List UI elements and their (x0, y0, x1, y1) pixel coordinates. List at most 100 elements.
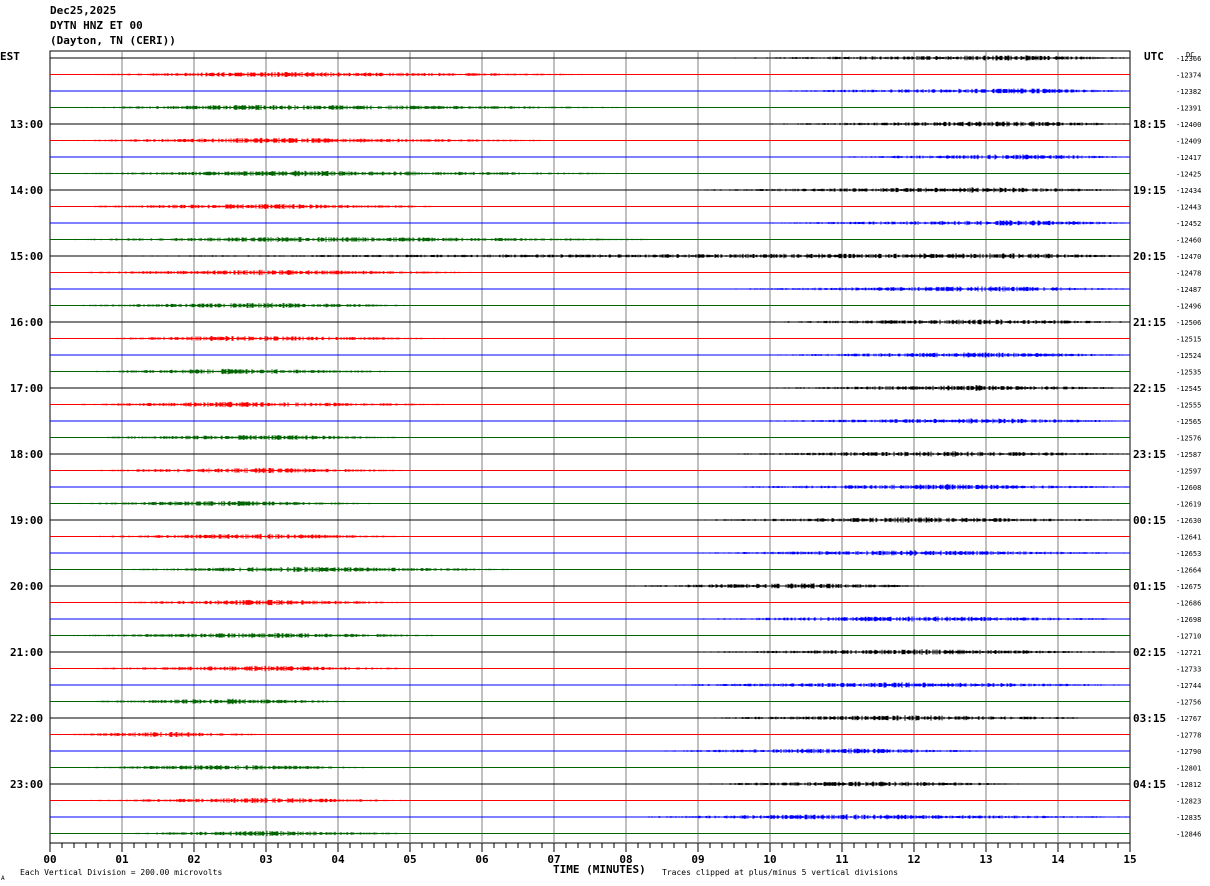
trace-noise (699, 649, 1131, 655)
dc-offset-label: -12478 (1176, 270, 1201, 278)
dc-offset-label: -12374 (1176, 72, 1201, 80)
trace-noise (661, 682, 1131, 688)
x-axis-label: TIME (MINUTES) (553, 863, 646, 876)
utc-hour-label: 00:15 (1133, 514, 1166, 527)
dc-offset-label: -12409 (1176, 138, 1201, 146)
x-tick-label: 13 (979, 853, 992, 866)
dc-offset-label: -12434 (1176, 187, 1201, 195)
trace-noise (72, 632, 447, 639)
dc-offset-label: -12733 (1176, 666, 1201, 674)
dc-offset-label: -12470 (1176, 253, 1201, 261)
dc-offset-label: -12587 (1176, 451, 1201, 459)
trace-noise (121, 566, 517, 573)
est-hour-label: 13:00 (10, 118, 43, 131)
trace-noise (71, 732, 267, 737)
dc-offset-label: -12382 (1176, 88, 1201, 96)
x-tick-label: 05 (403, 853, 416, 866)
helicorder-plot: -12366-12374-12382-12391-12400-12409-124… (0, 50, 1201, 882)
x-tick-label: 14 (1051, 853, 1065, 866)
x-tick-label: 15 (1123, 853, 1136, 866)
dc-offset-label: -12443 (1176, 204, 1201, 212)
utc-hour-label: 18:15 (1133, 118, 1166, 131)
dc-offset-label: -12597 (1176, 468, 1201, 476)
x-tick-label: 02 (187, 853, 200, 866)
dc-offset-label: -12767 (1176, 715, 1201, 723)
dc-offset-label: -12515 (1176, 336, 1201, 344)
trace-noise (769, 121, 1130, 127)
est-hour-label: 23:00 (10, 778, 43, 791)
trace-noise (698, 715, 1095, 721)
x-tick-label: 06 (475, 853, 489, 866)
dc-offset-label: -12846 (1176, 831, 1201, 839)
dc-offset-label: -12686 (1176, 600, 1201, 608)
dc-offset-label: -12545 (1176, 385, 1201, 393)
trace-noise (697, 187, 1131, 193)
dc-offset-label: -12721 (1176, 649, 1201, 657)
dc-offset-label: -12630 (1176, 517, 1201, 525)
dc-offset-label: -12524 (1176, 352, 1201, 360)
grid-lines (49, 50, 1131, 844)
dc-offset-label: -12664 (1176, 567, 1201, 575)
trace-noise (85, 797, 411, 804)
trace-noise (72, 236, 663, 243)
dc-offset-label: -12744 (1176, 682, 1201, 690)
x-tick-label: 04 (331, 853, 345, 866)
scale-note: Each Vertical Division = 200.00 microvol… (20, 868, 222, 877)
dc-offset-label: -12812 (1176, 781, 1201, 789)
est-hour-label: 15:00 (10, 250, 43, 263)
x-tick-label: 12 (907, 853, 920, 866)
est-hour-label: 20:00 (10, 580, 43, 593)
x-tick-label: 09 (691, 853, 704, 866)
dc-offset-label: -12778 (1176, 732, 1201, 740)
utc-axis-label: UTC (1144, 50, 1164, 63)
est-hour-label: 19:00 (10, 514, 43, 527)
dc-offset-label: -12756 (1176, 699, 1201, 707)
utc-hour-label: 19:15 (1133, 184, 1166, 197)
utc-hour-label: 21:15 (1133, 316, 1166, 329)
est-hour-label: 22:00 (10, 712, 43, 725)
dc-offset-label: -12675 (1176, 583, 1201, 591)
dc-offset-label: -12506 (1176, 319, 1201, 327)
dc-offset-label: -12535 (1176, 369, 1201, 377)
clip-note: Traces clipped at plus/minus 5 vertical … (662, 868, 898, 877)
utc-hour-label: 22:15 (1133, 382, 1166, 395)
trace-noise (86, 71, 590, 78)
est-hour-label: 21:00 (10, 646, 43, 659)
dc-offset-label: -12425 (1176, 171, 1201, 179)
dc-offset-label: -12576 (1176, 435, 1201, 443)
dc-offset-label: -12417 (1176, 154, 1201, 162)
utc-hour-label: 04:15 (1133, 778, 1166, 791)
utc-hour-label: 03:15 (1133, 712, 1166, 725)
dc-offset-label: -12835 (1176, 814, 1201, 822)
x-tick-label: 11 (835, 853, 849, 866)
plot-frame (49, 50, 1131, 844)
dc-offset-label: -12790 (1176, 748, 1201, 756)
x-tick-label: 10 (763, 853, 776, 866)
trace-noise (697, 781, 1022, 787)
est-hour-label: 18:00 (10, 448, 43, 461)
dc-offset-label: -12452 (1176, 220, 1201, 228)
dc-offset-label: -12641 (1176, 534, 1201, 542)
dc-offset-label: -12608 (1176, 484, 1201, 492)
dc-offset-label: -12801 (1176, 765, 1201, 773)
est-axis-label: EST (0, 50, 20, 63)
est-hour-label: 16:00 (10, 316, 43, 329)
dc-offset-label: -12496 (1176, 303, 1201, 311)
utc-hour-label: 01:15 (1133, 580, 1166, 593)
trace-noise (733, 484, 1129, 490)
trace-noise (71, 500, 374, 507)
x-tick-label: 00 (43, 853, 56, 866)
dc-label: DC (1186, 51, 1194, 59)
dc-offset-label: -12460 (1176, 237, 1201, 245)
x-tick-label: 01 (115, 853, 129, 866)
utc-hour-label: 20:15 (1133, 250, 1166, 263)
corner-mark: A (1, 875, 5, 882)
axis-group: -12366-12374-12382-12391-12400-12409-124… (10, 55, 1201, 866)
dc-offset-label: -12400 (1176, 121, 1201, 129)
trace-group (50, 55, 1131, 837)
dc-offset-label: -12391 (1176, 105, 1201, 113)
dc-offset-label: -12710 (1176, 633, 1201, 641)
utc-hour-label: 02:15 (1133, 646, 1166, 659)
dc-offset-label: -12555 (1176, 402, 1201, 410)
x-tick-label: 03 (259, 853, 272, 866)
